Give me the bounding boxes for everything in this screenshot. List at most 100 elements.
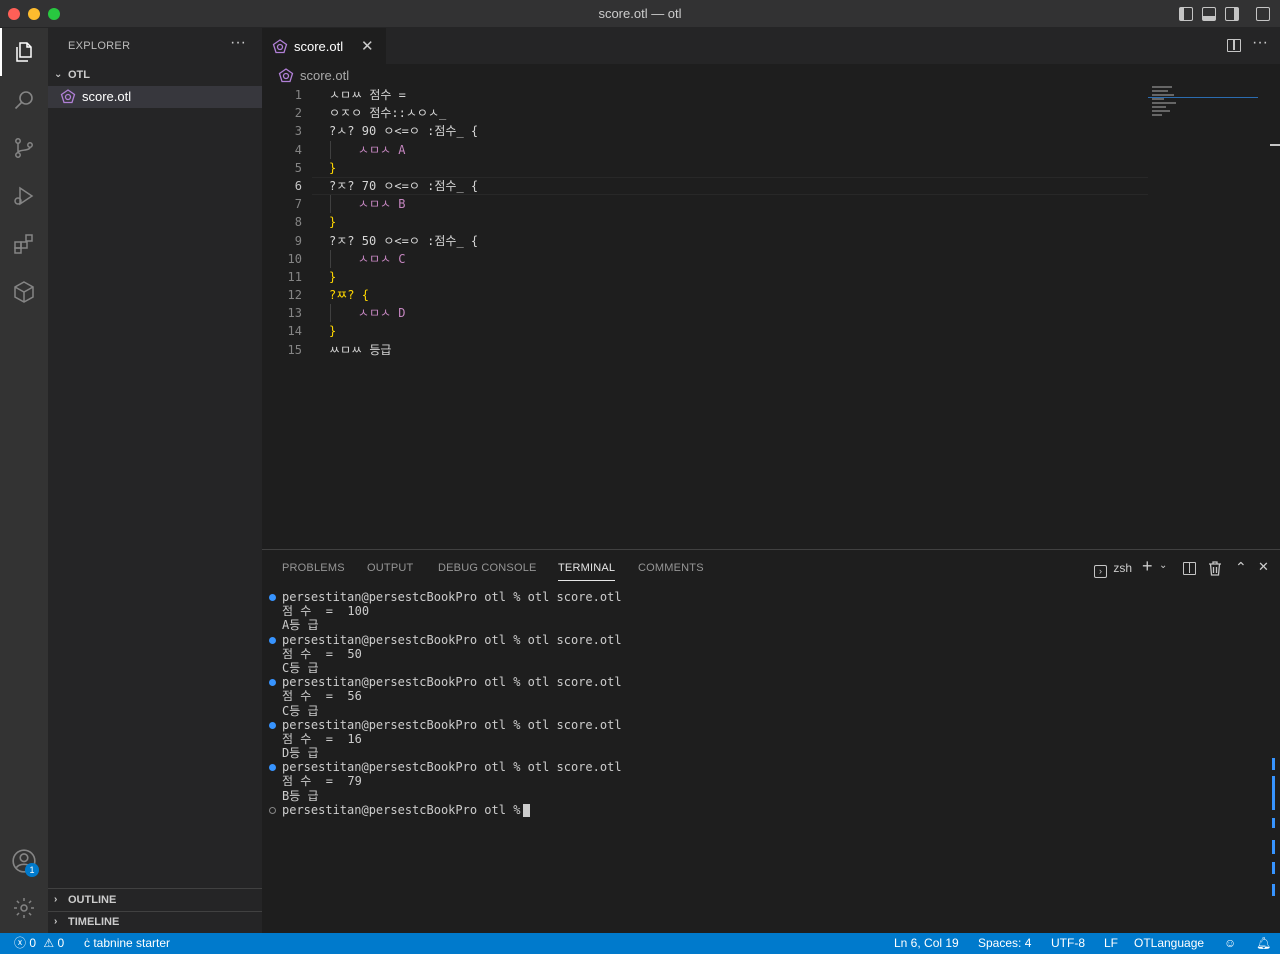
code-editor[interactable]: 1 ㅅㅁㅆ 점수 = 2 ㅇㅈㅇ 점수::ㅅㅇㅅ_ 3 ?ㅅ? 90 ㅇ<=ㅇ :점수_ … [262,86,1148,359]
line-number: 8 [294,215,302,230]
terminal-text: 점 수 = 56 [282,689,362,704]
command-success-dot-icon[interactable] [269,679,276,687]
terminal-text: D등 급 [282,746,319,761]
notifications-bell-icon[interactable]: 🔔︎ [1256,933,1271,954]
encoding[interactable]: UTF-8 [1051,933,1085,954]
toggle-panel-icon[interactable] [1202,7,1216,21]
terminal-line: persestitan@persestcBookPro otl % otl sc… [262,718,1262,732]
code-line: 13 ㅅㅁㅅ D [262,304,1148,323]
line-number: 2 [294,106,302,121]
code-line: 8} [262,213,1148,231]
line-number: 4 [294,142,302,157]
command-success-dot-icon[interactable] [269,594,276,601]
command-success-dot-icon[interactable] [269,721,276,729]
terminal-cursor [523,803,530,817]
cursor-position[interactable]: Ln 6, Col 19 [894,933,959,954]
terminal-line: persestitan@persestcBookPro otl % otl sc… [262,675,1262,689]
tab-score-otl[interactable]: score.otl ✕ [262,28,386,64]
code-line: 12 ?ㅉ? { [262,286,1148,304]
terminal-icon: › [1094,565,1107,578]
explorer-icon[interactable] [0,28,48,76]
language-mode[interactable]: OTLanguage [1134,933,1204,954]
folder-otl[interactable]: ⌄ OTL [48,64,262,86]
terminal-line: C등 급 [262,661,1262,675]
minimap[interactable] [1148,84,1258,124]
split-terminal-icon[interactable] [1183,562,1196,575]
code-line: 9 ?ㅈ? 50 ㅇ<=ㅇ :점수_ { [262,232,1148,250]
indentation[interactable]: Spaces: 4 [978,933,1031,954]
terminal-line: B등 급 [262,789,1262,803]
command-success-dot-icon[interactable] [269,636,276,644]
timeline-section[interactable]: › TIMELINE [48,911,262,933]
outline-label: OUTLINE [68,894,117,906]
terminal-text: persestitan@persestcBookPro otl % otl sc… [282,675,622,690]
split-editor-icon[interactable] [1227,39,1241,52]
new-terminal-icon[interactable]: + [1142,556,1153,577]
error-count: 0 [29,936,37,950]
line-text: ㅅㅁㅅ A [329,142,406,157]
terminal-text: persestitan@persestcBookPro otl % otl sc… [282,632,622,647]
outline-section[interactable]: › OUTLINE [48,889,262,911]
terminal-line: 점 수 = 16 [262,732,1262,746]
code-line: 6 ?ㅈ? 70 ㅇ<=ㅇ :점수_ { [262,177,1148,195]
otl-file-icon [272,39,288,54]
problems-status[interactable]: ⓧ 0 ⚠ 0 [14,933,64,954]
toggle-secondary-sidebar-icon[interactable] [1225,7,1239,21]
kill-terminal-trash-icon[interactable] [1208,561,1222,581]
terminal-text: persestitan@persestcBookPro otl % otl sc… [282,590,622,604]
line-text: ?ㅅ? 90 ㅇ<=ㅇ :점수_ { [329,124,479,139]
terminal-text: persestitan@persestcBookPro otl % [282,802,528,817]
toggle-primary-sidebar-icon[interactable] [1179,7,1193,21]
search-icon[interactable] [0,76,48,124]
accounts-badge: 1 [25,863,39,877]
panel-tab-problems[interactable]: PROBLEMS [282,562,345,574]
line-number: 12 [287,288,302,303]
manage-gear-icon[interactable] [0,884,48,932]
warning-count: 0 [57,936,65,950]
end-of-line[interactable]: LF [1104,933,1118,954]
code-line: 5} [262,159,1148,177]
accounts-icon[interactable]: 1 [0,837,48,885]
command-success-dot-icon[interactable] [269,764,276,772]
line-text: } [329,269,337,284]
panel-tab-terminal[interactable]: TERMINAL [558,562,616,581]
panel-tab-debug-console[interactable]: DEBUG CONSOLE [438,562,537,574]
customize-layout-icon[interactable] [1256,7,1270,21]
extensions-icon[interactable] [0,220,48,268]
maximize-panel-chevron-up-icon[interactable]: ⌃ [1235,559,1247,576]
run-debug-icon[interactable] [0,172,48,220]
terminal-line: persestitan@persestcBookPro otl % otl sc… [262,590,1262,604]
error-icon: ⓧ [14,936,27,950]
line-text: ?ㅉ? { [329,288,369,303]
line-text: ?ㅈ? 50 ㅇ<=ㅇ :점수_ { [329,233,479,248]
tabnine-status[interactable]: ċ tabnine starter [84,933,170,954]
terminal-dropdown-icon[interactable]: ⌄ [1159,560,1167,571]
tabnine-label: tabnine starter [93,936,171,950]
more-actions-icon[interactable]: ··· [230,34,246,52]
terminal-output[interactable]: persestitan@persestcBookPro otl % otl sc… [262,590,1262,817]
code-line: 7 ㅅㅁㅅ B [262,195,1148,214]
terminal-line: 점 수 = 56 [262,689,1262,703]
close-tab-icon[interactable]: ✕ [361,29,374,65]
otl-extension-icon[interactable] [0,268,48,316]
panel-tab-output[interactable]: OUTPUT [367,562,413,574]
code-line: 3 ?ㅅ? 90 ㅇ<=ㅇ :점수_ { [262,122,1148,140]
terminal-text: persestitan@persestcBookPro otl % otl sc… [282,717,622,732]
terminal-line: persestitan@persestcBookPro otl % [262,803,1262,817]
code-line: 4 ㅅㅁㅅ A [262,140,1148,159]
code-line: 2 ㅇㅈㅇ 점수::ㅅㅇㅅ_ [262,104,1148,122]
terminal-text: C등 급 [282,703,319,718]
line-number: 7 [294,197,302,212]
editor-more-actions-icon[interactable]: ··· [1252,34,1268,52]
file-item-score-otl[interactable]: score.otl [48,86,262,108]
source-control-icon[interactable] [0,124,48,172]
explorer-sidebar: EXPLORER ··· ⌄ OTL score.otl › OUTLINE ›… [48,28,262,933]
panel-tab-comments[interactable]: COMMENTS [638,562,704,574]
line-text: ㅅㅁㅅ D [329,306,406,321]
feedback-icon[interactable]: ☺ [1224,933,1236,954]
terminal-shell-selector[interactable]: › zsh [1094,561,1132,578]
command-pending-dot-icon[interactable] [269,806,276,814]
close-panel-icon[interactable]: ✕ [1258,559,1269,575]
activity-bar: 1 [0,28,48,933]
breadcrumb[interactable]: score.otl [278,66,349,86]
